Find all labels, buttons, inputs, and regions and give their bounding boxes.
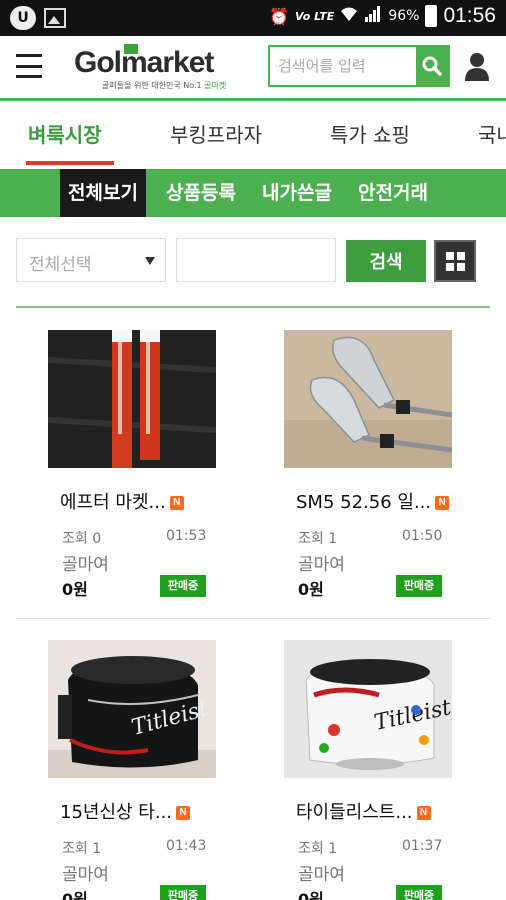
product-time: 01:37 (402, 838, 443, 854)
search-button[interactable]: 검색 (346, 240, 426, 282)
status-badge: 판매중 (160, 885, 206, 900)
search-icon[interactable] (416, 47, 448, 85)
product-views: 조회 1 (298, 841, 338, 857)
product-card[interactable]: 에프터 마켓... N 조회 0 01:53 골마여 0원 판매중 (48, 330, 248, 620)
new-badge: N (176, 806, 191, 820)
row-divider (16, 618, 490, 619)
product-card[interactable]: Titleist 타이들리스트... N 조회 1 01:37 골마여 0원 판매… (284, 640, 484, 900)
grid-view-icon[interactable] (434, 240, 476, 282)
status-badge: 판매중 (160, 575, 206, 597)
status-badge: 판매중 (396, 575, 442, 597)
product-image-wedges[interactable] (284, 330, 452, 468)
tab-flea-market[interactable]: 벼룩시장 (28, 119, 102, 148)
product-price: 0원 (298, 890, 324, 900)
app-header: Golmarket 골퍼들을 위한 대한민국 No.1 골마켓 (0, 36, 506, 100)
filter-bar: 전체선택 검색 (0, 228, 506, 292)
product-image-golf-shafts[interactable] (48, 330, 216, 468)
tab-domestic[interactable]: 국내 (478, 119, 506, 148)
product-price: 0원 (62, 890, 88, 900)
dropdown-arrow-icon (145, 257, 155, 265)
new-badge: N (169, 496, 184, 510)
product-seller: 골마여 (298, 555, 345, 575)
product-title[interactable]: 15년신상 타... N (60, 798, 191, 824)
product-title[interactable]: SM5 52.56 일... N (296, 488, 450, 514)
new-badge: N (416, 806, 431, 820)
logo-tagline: 골퍼들을 위한 대한민국 No.1 골마켓 (102, 81, 227, 90)
subnav-view-all[interactable]: 전체보기 (60, 169, 146, 217)
product-time: 01:50 (402, 528, 443, 544)
product-time: 01:43 (166, 838, 207, 854)
app-notification-icon: U (10, 6, 36, 30)
product-seller: 골마여 (62, 555, 109, 575)
signal-icon (364, 5, 382, 27)
status-badge: 판매중 (396, 885, 442, 900)
battery-percent: 96% (388, 8, 420, 24)
subnav-register-product[interactable]: 상품등록 (166, 169, 236, 217)
product-seller: 골마여 (62, 865, 109, 885)
product-title[interactable]: 에프터 마켓... N (60, 488, 184, 514)
subnav-safe-trade[interactable]: 안전거래 (358, 169, 428, 217)
main-tabs: 벼룩시장 부킹프라자 특가 쇼핑 국내 (0, 101, 506, 165)
product-card[interactable]: Titleist 15년신상 타... N 조회 1 01:43 골마여 0원 판… (48, 640, 248, 900)
new-badge: N (435, 496, 450, 510)
volte-label: Vo LTE (295, 9, 335, 23)
user-icon[interactable] (464, 52, 490, 82)
product-card[interactable]: SM5 52.56 일... N 조회 1 01:50 골마여 0원 판매중 (284, 330, 484, 620)
active-tab-indicator (26, 161, 114, 165)
header-search-input[interactable] (270, 47, 416, 85)
product-views: 조회 0 (62, 531, 102, 547)
category-select-value: 전체선택 (29, 255, 92, 275)
subnav-my-posts[interactable]: 내가쓴글 (262, 169, 332, 217)
filter-search-input[interactable] (176, 238, 336, 282)
clock: 01:56 (443, 4, 496, 27)
product-views: 조회 1 (62, 841, 102, 857)
logo-text: Golmarket (74, 46, 214, 79)
product-time: 01:53 (166, 528, 207, 544)
hamburger-menu-icon[interactable] (16, 54, 42, 78)
product-views: 조회 1 (298, 531, 338, 547)
product-image-white-golf-bag[interactable]: Titleist (284, 640, 452, 778)
alarm-icon: ⏰ (269, 6, 289, 26)
tab-special-shopping[interactable]: 특가 쇼핑 (330, 119, 410, 148)
status-bar: U ⏰ Vo LTE 96% 01:56 (0, 0, 506, 36)
battery-icon (425, 5, 438, 27)
product-seller: 골마여 (298, 865, 345, 885)
sub-navigation: 전체보기 상품등록 내가쓴글 안전거래 (0, 169, 506, 217)
image-notification-icon (44, 8, 66, 28)
product-image-black-golf-bag[interactable]: Titleist (48, 640, 216, 778)
header-search (268, 45, 450, 87)
product-price: 0원 (62, 580, 88, 599)
tab-booking-plaza[interactable]: 부킹프라자 (170, 119, 262, 148)
category-select[interactable]: 전체선택 (16, 238, 166, 282)
filter-divider (16, 306, 490, 308)
wifi-icon (340, 6, 358, 26)
product-price: 0원 (298, 580, 324, 599)
golmarket-logo[interactable]: Golmarket 골퍼들을 위한 대한민국 No.1 골마켓 (74, 44, 244, 92)
product-title[interactable]: 타이들리스트... N (296, 798, 431, 824)
